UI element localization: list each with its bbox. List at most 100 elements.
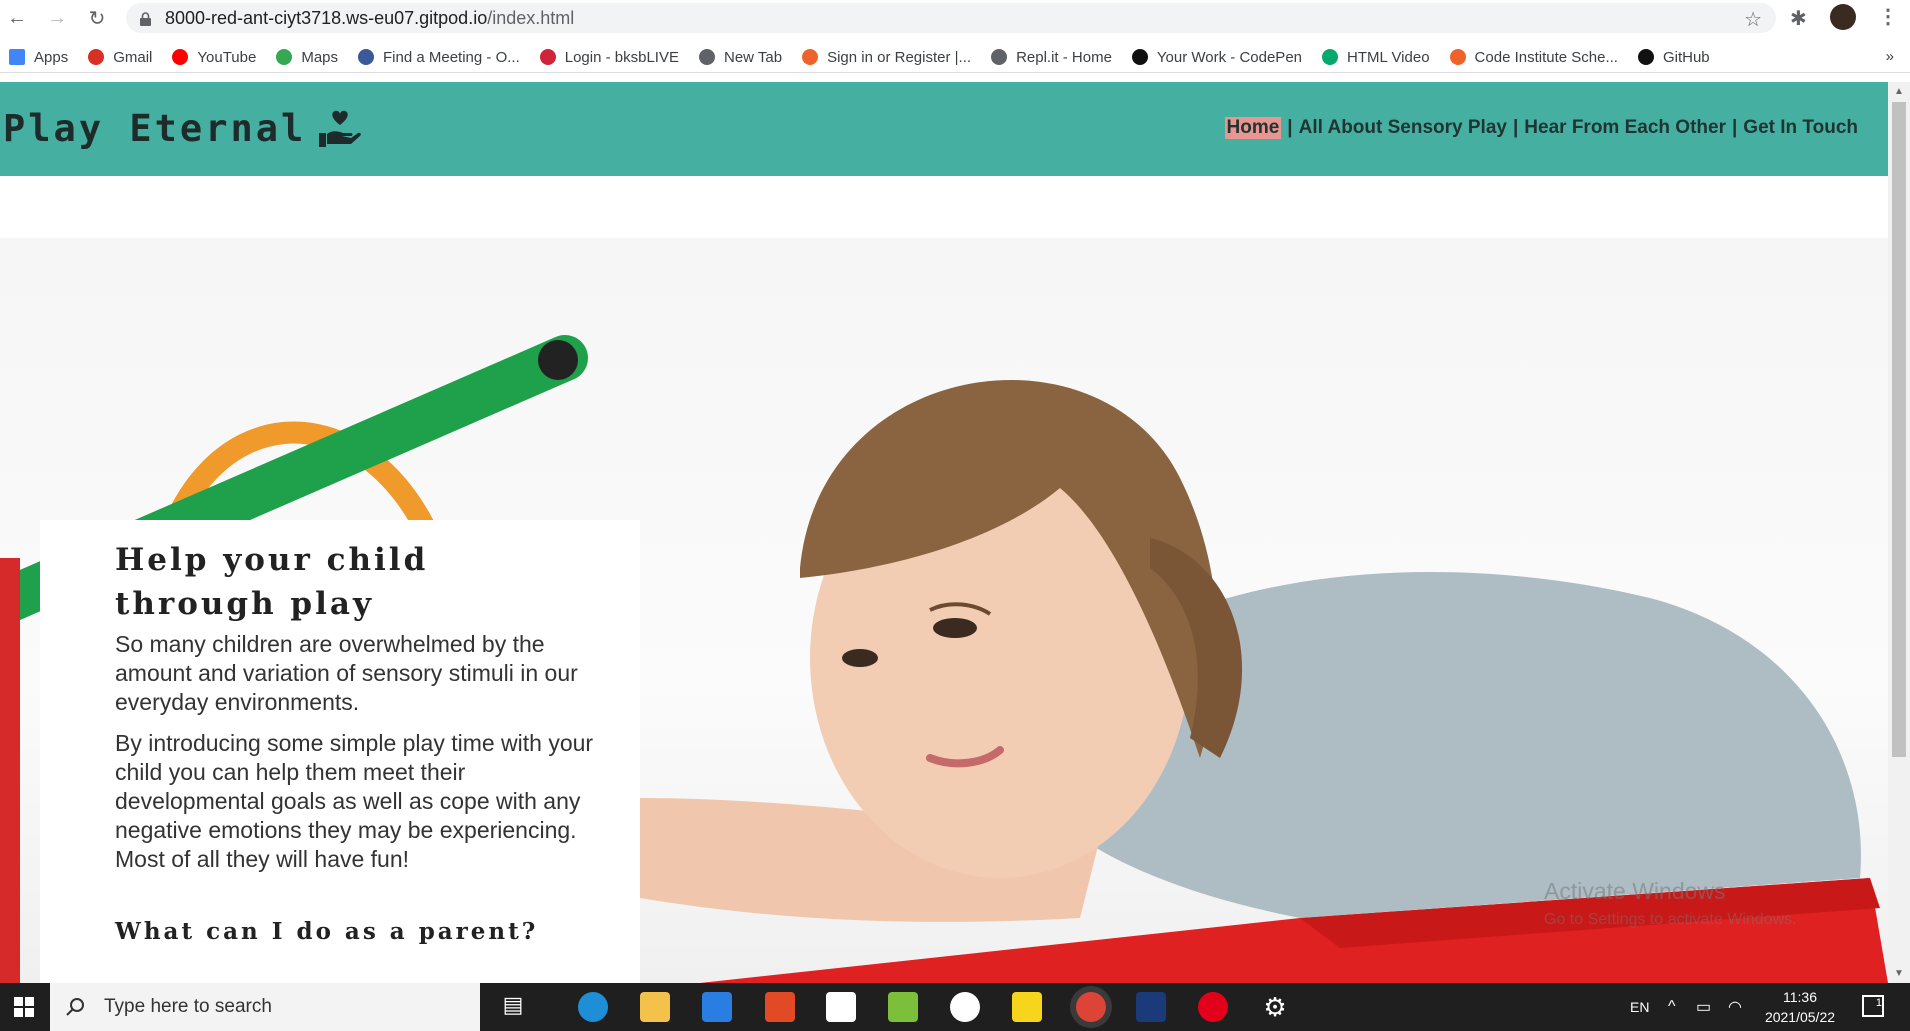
bookmark-item[interactable]: Find a Meeting - O... (358, 49, 520, 66)
store-icon[interactable] (826, 992, 856, 1022)
bookmark-item[interactable]: New Tab (699, 49, 782, 66)
site-logo[interactable]: Play Eternal (3, 107, 362, 150)
bookmark-label: Code Institute Sche... (1474, 48, 1618, 66)
more-bookmarks-chevron[interactable]: » (1886, 48, 1894, 65)
bookmark-item[interactable]: Your Work - CodePen (1131, 48, 1302, 66)
office-icon[interactable] (765, 992, 795, 1022)
bookmark-label: New Tab (724, 48, 783, 66)
reload-icon[interactable]: ↻ (86, 7, 108, 30)
battery-icon[interactable]: ▭ (1696, 983, 1711, 1031)
sticky-notes-icon[interactable] (1012, 992, 1042, 1022)
parent-subheading: What can I do as a parent? (115, 918, 539, 945)
codepen-icon (1131, 49, 1148, 65)
scrollbar-thumb[interactable] (1892, 102, 1906, 757)
nav-all-about-sensory-play[interactable]: All About Sensory Play (1299, 117, 1507, 139)
meeting-icon (358, 49, 375, 65)
bksb-icon (539, 49, 556, 65)
lock-icon (140, 11, 151, 26)
windows-start-button[interactable] (0, 983, 48, 1031)
profile-avatar[interactable] (1830, 4, 1856, 30)
intro-card: Help your child through play So many chi… (40, 520, 640, 983)
edge-browser-icon[interactable] (578, 992, 608, 1022)
apps-grid-icon (9, 49, 25, 65)
windows-logo-icon (14, 997, 34, 1017)
taskbar-search-box[interactable]: Type here to search (50, 983, 480, 1031)
bookmark-label: Maps (301, 48, 339, 66)
intro-paragraph-2: By introducing some simple play time wit… (115, 730, 594, 872)
bookmark-label: GitHub (1662, 48, 1710, 66)
bookmark-item[interactable]: YouTube (172, 49, 256, 66)
intro-heading: Help your child through play (115, 542, 429, 622)
menu-kebab-icon[interactable]: ⋮ (1878, 4, 1898, 29)
windows-taskbar: Type here to search ▤ ⚙ EN ^ ▭ ◠ 11:36 2… (0, 983, 1910, 1031)
code-institute-icon (1449, 49, 1466, 65)
bookmark-label: Find a Meeting - O... (383, 48, 520, 66)
address-bar[interactable]: 8000-red-ant-ciyt3718.ws-eu07.gitpod.io/… (126, 3, 1776, 33)
url-text: 8000-red-ant-ciyt3718.ws-eu07.gitpod.io/… (165, 7, 575, 28)
scroll-down-arrow-icon[interactable]: ▼ (1894, 968, 1904, 979)
page-scrollbar[interactable]: ▲ ▼ (1888, 82, 1910, 983)
replit-icon (991, 49, 1008, 65)
task-view-icon[interactable]: ▤ (498, 992, 528, 1022)
bookmark-item[interactable]: GitHub (1637, 48, 1710, 66)
intro-paragraph-1: So many children are overwhelmed by the … (115, 631, 578, 715)
bookmark-item[interactable]: Repl.it - Home (991, 49, 1112, 66)
back-icon[interactable]: ← (6, 7, 28, 29)
bookmark-label: Repl.it - Home (1016, 48, 1112, 66)
taskbar-search-placeholder: Type here to search (104, 996, 272, 1017)
notification-count: 1 (1875, 997, 1882, 1009)
notification-center-icon[interactable]: 1 (1862, 995, 1884, 1017)
maps-pin-icon (276, 49, 293, 65)
clock-date: 2021/05/22 (1764, 1009, 1836, 1025)
nav-hear-from-each-other[interactable]: Hear From Each Other (1524, 117, 1726, 139)
bookmark-item[interactable]: Sign in or Register |... (802, 49, 971, 66)
extensions-icon[interactable]: ✱ (1790, 6, 1807, 31)
logo-text: Play Eternal (3, 107, 307, 150)
wifi-icon[interactable]: ◠ (1728, 983, 1742, 1031)
nav-separator: | (1731, 117, 1738, 138)
bluestacks-icon[interactable] (888, 992, 918, 1022)
activate-windows-title: Activate Windows (1544, 878, 1726, 904)
opera-icon[interactable] (1198, 992, 1228, 1022)
mail-icon[interactable] (702, 992, 732, 1022)
site-header: Play Eternal Home | All About Sensory Pl… (0, 82, 1888, 176)
opera-ring-icon (802, 49, 819, 65)
settings-gear-icon[interactable]: ⚙ (1260, 992, 1290, 1022)
chrome-icon[interactable] (1076, 992, 1106, 1022)
bookmark-item[interactable]: Code Institute Sche... (1449, 48, 1618, 66)
search-icon (66, 998, 84, 1016)
bookmark-label: Your Work - CodePen (1156, 48, 1302, 66)
w3schools-icon (1322, 49, 1338, 65)
tray-chevron-up-icon[interactable]: ^ (1668, 983, 1676, 1031)
tray-language[interactable]: EN (1630, 983, 1649, 1031)
gmail-icon (88, 49, 105, 65)
nav-home[interactable]: Home (1224, 117, 1282, 139)
bookmarks-bar: Apps Gmail YouTube Maps Find a Meeting - O..… (0, 42, 1910, 73)
forward-icon[interactable]: → (46, 7, 68, 29)
bookmark-item[interactable]: Apps (9, 49, 68, 66)
bookmark-item[interactable]: Maps (276, 49, 338, 66)
bookmark-label: Gmail (113, 48, 153, 66)
clock-time: 11:36 (1783, 989, 1817, 1005)
bookmark-label: YouTube (197, 48, 257, 66)
file-explorer-icon[interactable] (640, 992, 670, 1022)
globe-icon (699, 49, 715, 65)
bookmark-star-icon[interactable]: ☆ (1744, 7, 1762, 32)
emoji-app-icon[interactable] (950, 992, 980, 1022)
browser-toolbar: ← → ↻ 8000-red-ant-ciyt3718.ws-eu07.gitp… (0, 0, 1910, 36)
scroll-up-arrow-icon[interactable]: ▲ (1894, 86, 1904, 97)
taskbar-clock[interactable]: 11:36 2021/05/22 (1755, 987, 1845, 1027)
myworkflow-icon[interactable] (1136, 992, 1166, 1022)
activate-windows-subtitle: Go to Settings to activate Windows. (1544, 911, 1797, 928)
bookmark-item[interactable]: HTML Video (1322, 49, 1430, 66)
bookmark-label: Sign in or Register |... (827, 48, 972, 66)
bookmark-item[interactable]: Gmail (88, 49, 152, 66)
nav-separator: | (1287, 117, 1293, 138)
nav-get-in-touch[interactable]: Get In Touch (1743, 117, 1858, 139)
heart-hand-icon (319, 110, 362, 147)
youtube-icon (172, 49, 189, 65)
bookmark-item[interactable]: Login - bksbLIVE (539, 48, 679, 66)
bookmark-label: HTML Video (1347, 48, 1430, 66)
bookmark-label: Login - bksbLIVE (564, 48, 679, 66)
main-nav: Home | All About Sensory Play | Hear Fro… (1224, 117, 1858, 139)
